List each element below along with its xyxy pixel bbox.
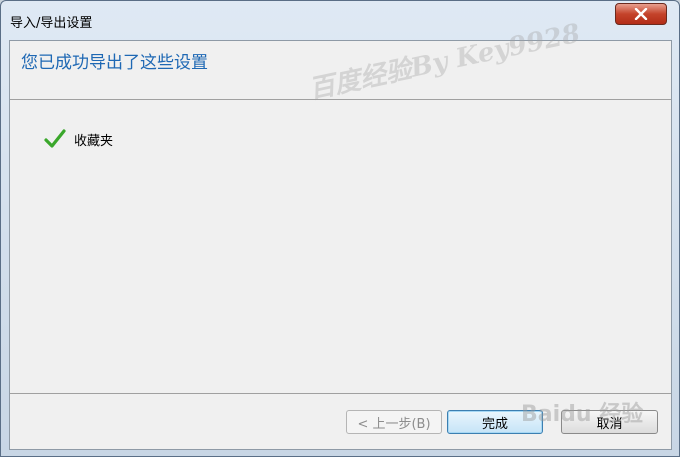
checkmark-icon xyxy=(44,129,66,148)
list-item: 收藏夹 xyxy=(44,129,113,149)
dialog-window: 导入/导出设置 您已成功导出了这些设置 收藏夹 < 上一步(B) 完成 取消 百… xyxy=(0,0,680,457)
item-label-favorites: 收藏夹 xyxy=(74,133,114,149)
window-title: 导入/导出设置 xyxy=(10,16,93,31)
close-button[interactable] xyxy=(615,3,667,25)
watermark-logo: Baidu 经验 xyxy=(521,402,644,427)
footer-divider xyxy=(10,393,671,394)
back-button[interactable]: < 上一步(B) xyxy=(346,410,442,434)
close-icon xyxy=(634,8,648,20)
dialog-client-area: 您已成功导出了这些设置 收藏夹 < 上一步(B) 完成 取消 xyxy=(9,40,672,450)
page-title: 您已成功导出了这些设置 xyxy=(21,53,208,73)
